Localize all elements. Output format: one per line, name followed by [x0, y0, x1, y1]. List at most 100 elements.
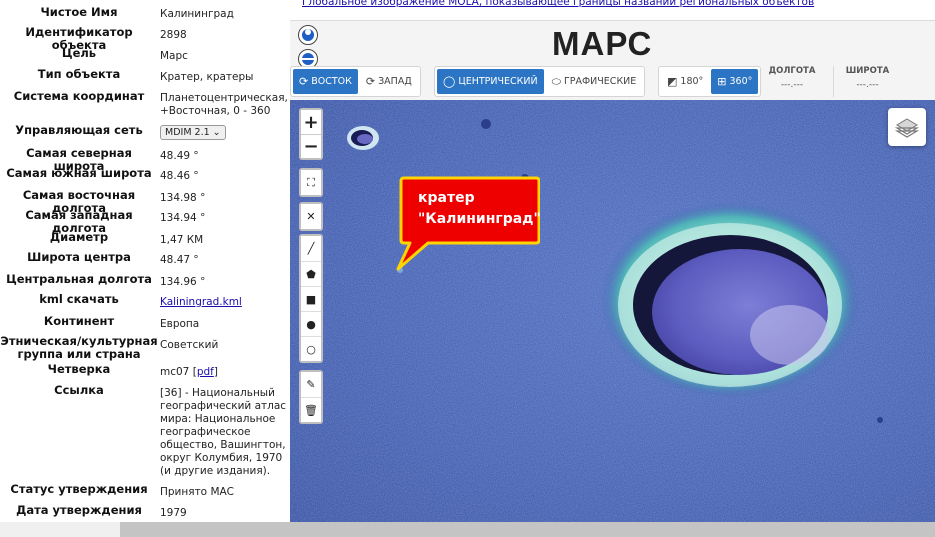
range-180-button[interactable]: ◩ 180°: [661, 69, 709, 94]
globe-icon: [302, 29, 314, 41]
attr-value: Кратер, кратеры: [160, 71, 254, 83]
longitude-label: ДОЛГОТА: [768, 66, 816, 76]
attribute-table: Чистое Имя Калининград Идентификатор объ…: [0, 0, 290, 522]
attr-value: 48.47 °: [160, 254, 199, 266]
ellipse-icon: ⬭: [551, 74, 561, 88]
edit-layers-button[interactable]: ✎: [301, 372, 321, 397]
edit-toolbar: ✎ 🗑: [299, 370, 323, 424]
square-icon: ■: [305, 292, 317, 306]
attr-value: Советский: [160, 339, 219, 351]
attr-value: mc07 [pdf]: [160, 366, 218, 378]
refresh-icon: ⟳: [365, 75, 376, 88]
callout-label: кратер "Калининград": [418, 188, 548, 230]
scrollbar-thumb[interactable]: [120, 522, 935, 537]
attr-label: Самая южная широта: [6, 166, 152, 180]
attr-label: Диаметр: [49, 230, 109, 244]
globe-icon: [302, 53, 314, 65]
range-360-button[interactable]: ⊞ 360°: [711, 69, 759, 94]
range-360-label: 360°: [729, 76, 753, 87]
attr-value: 134.94 °: [160, 212, 206, 224]
circle-icon: ◯: [443, 75, 456, 88]
half-square-icon: ◩: [667, 75, 678, 88]
graphic-label: ГРАФИЧЕСКИЕ: [563, 76, 637, 87]
west-button[interactable]: ⟳ ЗАПАД: [360, 69, 418, 94]
draw-circlemarker-button[interactable]: ○: [301, 336, 321, 361]
reset-view-control: ✕: [299, 202, 323, 231]
attr-value: 1,47 КМ: [160, 234, 204, 246]
fullscreen-control: ⛶: [299, 168, 323, 197]
map-title: МАРС: [552, 25, 653, 62]
attr-value: Европа: [160, 318, 200, 330]
mars-terrain-image: [290, 100, 935, 522]
callout-line-1: кратер: [418, 190, 475, 206]
attr-label: Цель: [61, 46, 97, 60]
range-toggle: ◩ 180° ⊞ 360°: [658, 66, 762, 97]
attr-value: Планетоцентрическая, +Восточная, 0 - 360: [160, 92, 288, 117]
horizontal-scrollbar[interactable]: [0, 522, 935, 537]
attr-value: 134.98 °: [160, 192, 206, 204]
west-label: ЗАПАД: [378, 76, 412, 87]
fullscreen-icon: ⛶: [307, 175, 315, 189]
east-button[interactable]: ⟳ ВОСТОК: [293, 69, 358, 94]
attr-value: 48.49 °: [160, 150, 199, 162]
map-header: МАРС ⟳ ВОСТОК ⟳ ЗАПАД ◯ ЦЕНТРИЧЕСКИЙ ⬭ ГРАФИ…: [290, 20, 935, 100]
projection-toggle: ◯ ЦЕНТРИЧЕСКИЙ ⬭ ГРАФИЧЕСКИЕ: [434, 66, 646, 97]
attr-label: Статус утверждения: [10, 482, 148, 496]
draw-polygon-button[interactable]: ⬟: [301, 261, 321, 286]
latitude-readout: ШИРОТА ---.---: [833, 66, 901, 97]
attr-label: Чистое Имя: [40, 5, 118, 19]
callout-line-2: "Калининград": [418, 211, 541, 227]
attr-value: 134.96 °: [160, 276, 206, 288]
attr-label: Система координат: [13, 89, 145, 103]
control-network-select[interactable]: MDIM 2.1 ⌄: [160, 125, 226, 140]
draw-polyline-button[interactable]: ╱: [301, 236, 321, 261]
attr-value: Kaliningrad.kml: [160, 296, 288, 309]
attr-value: [36] - Национальный географический атлас…: [160, 387, 287, 477]
range-180-label: 180°: [680, 76, 704, 87]
zoom-out-button[interactable]: −: [301, 134, 321, 158]
globe-north-button[interactable]: [298, 25, 318, 45]
attr-value: 48.46 °: [160, 170, 199, 182]
chevron-down-icon: ⌄: [212, 127, 221, 138]
reset-view-button[interactable]: ✕: [301, 204, 321, 229]
attr-value: Принято МАС: [160, 486, 235, 498]
attr-value: 2898: [160, 29, 187, 41]
draw-rectangle-button[interactable]: ■: [301, 286, 321, 311]
mars-map[interactable]: + − ⛶ ✕ ╱ ⬟ ■ ● ○ ✎ 🗑 кратер "Калинингра…: [290, 100, 935, 522]
refresh-icon: ⟳: [299, 75, 309, 88]
attr-label: Центральная долгота: [6, 272, 152, 286]
pdf-link[interactable]: pdf: [197, 366, 214, 378]
trash-icon: 🗑: [304, 403, 318, 417]
circle-icon: ●: [306, 317, 316, 331]
select-value: MDIM 2.1: [165, 127, 210, 138]
quadrangle-code: mc07: [160, 366, 190, 378]
zoom-in-button[interactable]: +: [301, 110, 321, 134]
attr-label: Ссылка: [54, 383, 104, 397]
longitude-value: ---.---: [780, 80, 804, 90]
layers-button[interactable]: [888, 108, 926, 146]
shrink-icon: ✕: [306, 210, 316, 223]
edit-icon: ✎: [306, 378, 316, 391]
zoom-control: + −: [299, 108, 323, 160]
pentagon-icon: ⬟: [306, 267, 316, 281]
attr-value: Марс: [160, 50, 188, 62]
attr-label: Четверка: [47, 362, 111, 376]
centric-button[interactable]: ◯ ЦЕНТРИЧЕСКИЙ: [437, 69, 544, 94]
plus-square-icon: ⊞: [717, 75, 727, 88]
graphic-button[interactable]: ⬭ ГРАФИЧЕСКИЕ: [546, 69, 643, 94]
attr-label: Этническая/культурная группа или страна: [0, 334, 158, 361]
attr-value: MDIM 2.1 ⌄: [160, 125, 288, 140]
kml-download-link[interactable]: Kaliningrad.kml: [160, 296, 242, 308]
draw-circle-button[interactable]: ●: [301, 311, 321, 336]
east-label: ВОСТОК: [311, 76, 352, 87]
attr-value: Калининград: [160, 8, 234, 20]
attr-label: Континент: [43, 314, 115, 328]
latitude-label: ШИРОТА: [845, 66, 890, 76]
delete-layers-button[interactable]: 🗑: [301, 397, 321, 422]
mola-image-link[interactable]: Глобальное изображение MOLA, показывающе…: [302, 0, 814, 8]
fullscreen-button[interactable]: ⛶: [301, 170, 321, 195]
longitude-readout: ДОЛГОТА ---.---: [758, 66, 826, 97]
attr-label: Широта центра: [27, 250, 131, 264]
attr-label: kml скачать: [39, 292, 119, 306]
attr-label: Дата утверждения: [16, 503, 142, 517]
